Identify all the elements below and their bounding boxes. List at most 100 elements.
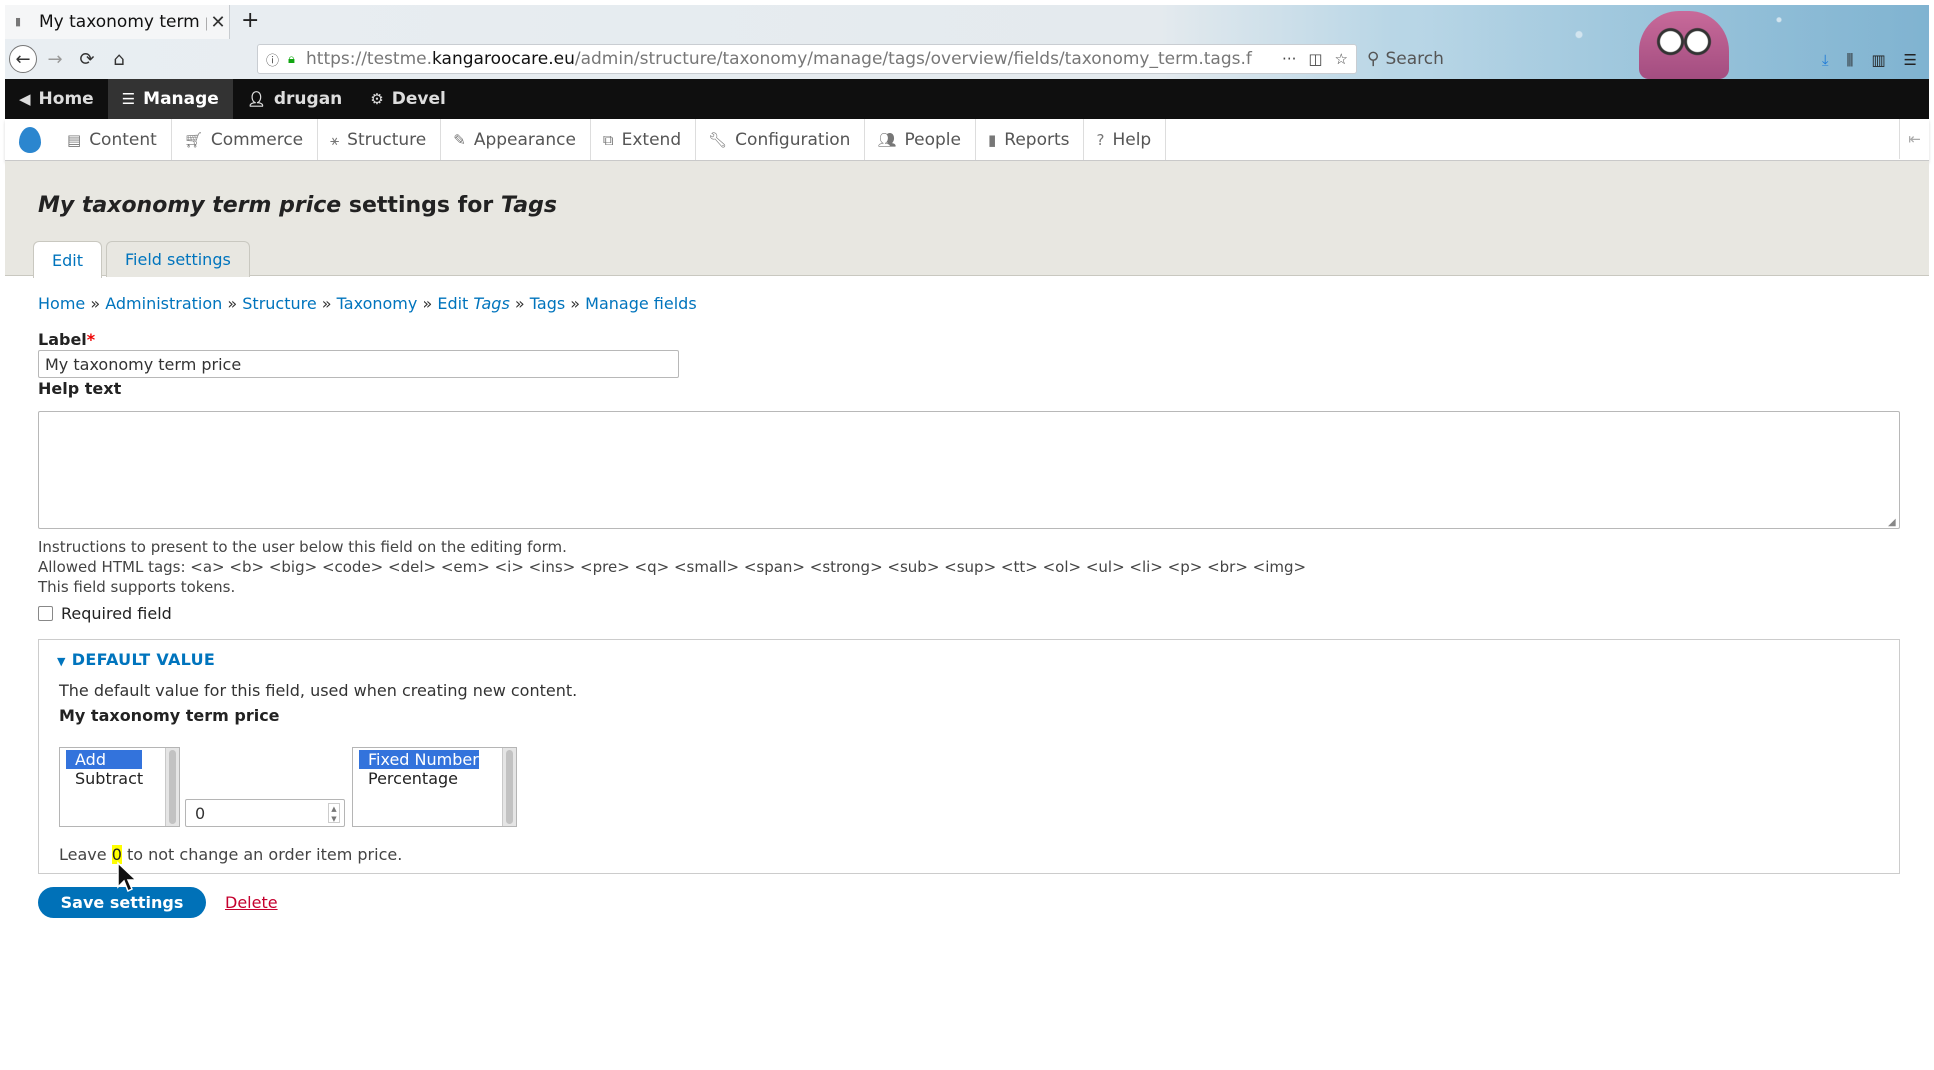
scrollbar[interactable] [502, 748, 516, 826]
default-value-field-name: My taxonomy term price [59, 706, 280, 725]
cart-icon: 🛒︎ [183, 130, 203, 149]
tab-edit[interactable]: Edit [33, 241, 102, 278]
menu-item-structure[interactable]: ⚹ Structure [318, 119, 442, 160]
puzzle-icon: ⧉ [602, 130, 614, 149]
toolbar-user-label: drugan [273, 89, 343, 109]
menu-item-label: Extend [621, 129, 682, 150]
search-input[interactable]: ⚲ Search [1367, 44, 1577, 74]
tab-field-settings[interactable]: Field settings [105, 241, 250, 277]
breadcrumb-administration[interactable]: Administration [105, 294, 222, 313]
label-field-title: Label* [38, 330, 96, 349]
gear-icon: ⚙ [370, 90, 384, 108]
menu-item-extend[interactable]: ⧉ Extend [591, 119, 697, 160]
default-value-description: The default value for this field, used w… [59, 681, 578, 700]
mouse-cursor-icon [117, 861, 138, 893]
breadcrumb-home[interactable]: Home [38, 294, 85, 313]
breadcrumb-structure[interactable]: Structure [242, 294, 316, 313]
menu-item-content[interactable]: ▤ Content [55, 119, 172, 160]
menu-item-help[interactable]: ? Help [1084, 119, 1167, 160]
default-value-hint: Leave 0 to not change an order item pric… [59, 845, 403, 864]
toolbar-manage[interactable]: ☰ Manage [107, 79, 233, 119]
toolbar-home[interactable]: ◀ Home [5, 79, 108, 119]
menu-item-label: Reports [1004, 129, 1070, 150]
toolbar-user[interactable]: 👤︎ drugan [233, 79, 356, 119]
page-header: My taxonomy term price settings for Tags… [5, 161, 1929, 278]
scrollbar[interactable] [165, 748, 179, 826]
menu-item-configuration[interactable]: 🔧︎ Configuration [696, 119, 866, 160]
pocket-icon[interactable]: ◫ [1308, 50, 1322, 68]
operation-option-add[interactable]: Add [66, 750, 142, 769]
download-icon[interactable]: ⤓ [1822, 51, 1829, 69]
back-button[interactable]: ← [9, 45, 37, 73]
toolbar-devel[interactable]: ⚙ Devel [356, 79, 460, 119]
menu-icon[interactable]: ☰ [1904, 51, 1917, 69]
library-icon[interactable]: ⫼ [1846, 51, 1853, 69]
page-title: My taxonomy term price settings for Tags [38, 193, 557, 218]
operation-option-subtract[interactable]: Subtract [66, 769, 179, 788]
tokens-description: This field supports tokens. [38, 578, 236, 596]
browser-chrome: ▮ My taxonomy term p ✕ + ← → ⟳ ⌂ ⓘ 🔒︎ ht… [5, 5, 1929, 79]
breadcrumb: Home » Administration » Structure » Taxo… [38, 294, 697, 313]
menu-item-people[interactable]: 👥︎ People [865, 119, 976, 160]
menu-item-appearance[interactable]: ✎ Appearance [441, 119, 591, 160]
close-tab-icon[interactable]: ✕ [207, 12, 229, 33]
help-text-title: Help text [38, 379, 122, 398]
help-text-textarea[interactable] [38, 411, 1900, 529]
user-icon: 👤︎ [246, 90, 266, 108]
new-tab-button[interactable]: + [241, 8, 259, 33]
back-circle-icon: ◀ [19, 90, 31, 108]
menu-item-label: People [904, 129, 961, 150]
type-option-fixed-number[interactable]: Fixed Number [359, 750, 479, 769]
required-field-checkbox[interactable] [38, 606, 53, 621]
required-field-row: Required field [38, 604, 172, 623]
type-option-percentage[interactable]: Percentage [359, 769, 516, 788]
delete-link[interactable]: Delete [225, 893, 278, 912]
reload-button[interactable]: ⟳ [73, 45, 101, 73]
amount-value: 0 [195, 804, 206, 823]
default-value-fieldset: ▼ DEFAULT VALUE The default value for thi… [38, 639, 1900, 874]
wrench-icon: 🔧︎ [708, 130, 728, 149]
url-bar[interactable]: ⓘ 🔒︎ https://testme.kangaroocare.eu/admi… [257, 44, 1357, 74]
help-text-description: Instructions to present to the user belo… [38, 538, 567, 556]
allowed-tags-description: Allowed HTML tags: <a> <b> <big> <code> … [38, 558, 1307, 576]
menu-item-reports[interactable]: ▮ Reports [976, 119, 1085, 160]
sidebar-icon[interactable]: ▥ [1871, 51, 1885, 69]
resize-grip-icon[interactable]: ◢ [1888, 517, 1898, 528]
menu-item-label: Appearance [473, 129, 576, 150]
label-input[interactable] [38, 350, 679, 378]
primary-tabs: Edit Field settings [33, 241, 250, 278]
menu-item-label: Configuration [735, 129, 851, 150]
drupal-logo-icon[interactable] [5, 119, 55, 160]
bookmark-star-icon[interactable]: ☆ [1335, 50, 1348, 68]
toolbar-manage-label: Manage [143, 89, 219, 109]
amount-number-input[interactable]: 0 ▲ ▼ [185, 799, 345, 827]
tab-bar: ▮ My taxonomy term p ✕ + [5, 5, 1929, 39]
admin-menu: ▤ Content 🛒︎ Commerce ⚹ Structure ✎ Appearan… [5, 119, 1929, 161]
browser-tab-title: My taxonomy term p [39, 12, 207, 32]
search-icon: ⚲ [1367, 49, 1380, 69]
breadcrumb-manage-fields[interactable]: Manage fields [585, 294, 697, 313]
menu-item-commerce[interactable]: 🛒︎ Commerce [172, 119, 319, 160]
type-select[interactable]: Fixed Number Percentage [352, 747, 517, 827]
hamburger-icon: ☰ [121, 90, 136, 108]
page-actions-icon[interactable]: ··· [1282, 50, 1296, 68]
home-button[interactable]: ⌂ [105, 45, 133, 73]
menu-item-label: Commerce [210, 129, 304, 150]
info-icon[interactable]: ⓘ [266, 50, 288, 69]
browser-tab[interactable]: ▮ My taxonomy term p ✕ [5, 5, 230, 39]
forward-button[interactable]: → [41, 45, 69, 73]
sitemap-icon: ⚹ [330, 130, 340, 149]
number-spinner-icon[interactable]: ▲ ▼ [328, 803, 340, 823]
default-value-summary[interactable]: ▼ DEFAULT VALUE [57, 650, 215, 669]
required-field-label[interactable]: Required field [61, 604, 172, 623]
breadcrumb-edit-tags[interactable]: Edit Tags [437, 294, 509, 313]
triangle-down-icon: ▼ [57, 655, 66, 668]
menu-item-label: Content [89, 129, 157, 150]
operation-select[interactable]: Add Subtract [59, 747, 180, 827]
breadcrumb-taxonomy[interactable]: Taxonomy [337, 294, 418, 313]
file-icon: ▤ [67, 130, 82, 149]
people-icon: 👥︎ [877, 130, 897, 149]
collapse-menu-icon[interactable]: ⇤ [1899, 119, 1929, 159]
breadcrumb-tags[interactable]: Tags [530, 294, 565, 313]
menu-item-label: Help [1112, 129, 1152, 150]
